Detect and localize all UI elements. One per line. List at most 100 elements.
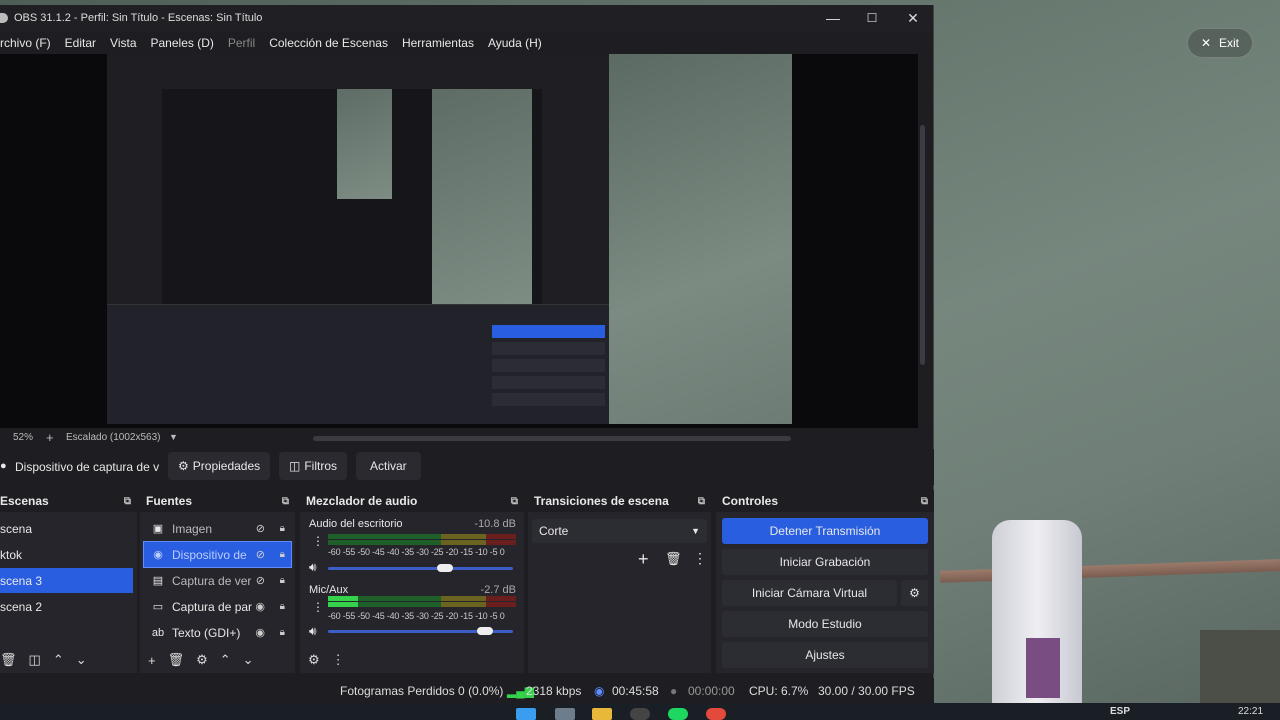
volume-knob[interactable] <box>477 627 493 635</box>
lock-icon[interactable]: 🔒︎ <box>280 627 285 638</box>
chevron-down-icon[interactable]: ▼ <box>169 432 178 442</box>
exit-label: Exit <box>1219 36 1240 50</box>
move-up-icon[interactable]: ⌃ <box>53 652 64 668</box>
source-properties-icon[interactable]: ⚙ <box>196 652 208 668</box>
source-item[interactable]: ▣ Imagen ⊘ 🔒︎ <box>144 516 291 541</box>
eye-icon[interactable]: ◉ <box>255 600 265 613</box>
undock-icon[interactable]: ⧉ <box>921 496 928 507</box>
channel-name: Audio del escritorio <box>309 518 403 530</box>
menu-help[interactable]: Ayuda (H) <box>488 36 542 50</box>
menu-file[interactable]: rchivo (F) <box>0 36 51 50</box>
properties-button[interactable]: ⚙ Propiedades <box>168 452 271 480</box>
source-item[interactable]: ab Texto (GDI+) ◉ 🔒︎ <box>144 620 291 645</box>
audio-mixer-dock: Mezclador de audio ⧉ Audio del escritorio… <box>300 490 524 673</box>
minimize-button[interactable]: — <box>812 5 854 31</box>
monitor-icon: ▭ <box>152 601 164 613</box>
source-item[interactable]: ▭ Captura de par ◉ 🔒︎ <box>144 594 291 619</box>
exit-button[interactable]: ✕ Exit <box>1187 28 1253 58</box>
kebab-menu-icon[interactable]: ⋮ <box>332 652 345 668</box>
stream-icon: ◉ <box>594 683 605 698</box>
menu-docks[interactable]: Paneles (D) <box>151 36 214 50</box>
virtual-camera-settings-button[interactable]: ⚙ <box>901 580 928 606</box>
level-meter <box>328 602 516 607</box>
nested-capture <box>162 89 542 304</box>
lock-icon[interactable]: 🔒︎ <box>280 549 285 560</box>
mixer-settings-icon[interactable]: ⚙ <box>308 652 320 668</box>
virtual-camera-button[interactable]: Iniciar Cámara Virtual <box>722 580 897 606</box>
studio-mode-button[interactable]: Modo Estudio <box>722 611 928 637</box>
remove-transition-icon[interactable]: 🗑︎ <box>665 551 682 567</box>
volume-knob[interactable] <box>437 564 453 572</box>
zoom-add-icon[interactable]: + <box>46 430 54 445</box>
nested-docks <box>107 304 609 424</box>
source-item[interactable]: ▤ Captura de ver ⊘ 🔒︎ <box>144 568 291 593</box>
language-indicator[interactable]: ESP <box>1110 706 1130 717</box>
filters-button[interactable]: ◫ Filtros <box>279 452 348 480</box>
move-down-icon[interactable]: ⌄ <box>243 652 254 668</box>
zoom-level: 52% <box>13 431 34 443</box>
settings-button[interactable]: Ajustes <box>722 642 928 668</box>
preview-zoom-bar: 52% + Escalado (1002x563) ▼ <box>0 428 918 446</box>
hidden-eye-icon[interactable]: ⊘ <box>256 522 265 535</box>
spotify-icon[interactable] <box>668 708 688 720</box>
transition-select[interactable]: Corte ▼ <box>532 519 707 543</box>
remove-source-icon[interactable]: 🗑︎ <box>168 652 185 668</box>
obs-icon[interactable] <box>630 708 650 720</box>
menu-profile[interactable]: Perfil <box>228 36 255 50</box>
lock-icon[interactable]: 🔒︎ <box>280 523 285 534</box>
folder-icon[interactable] <box>592 708 612 720</box>
lock-icon[interactable]: 🔒︎ <box>280 601 285 612</box>
stop-stream-button[interactable]: Detener Transmisión <box>722 518 928 544</box>
level-meter <box>328 534 516 539</box>
move-up-icon[interactable]: ⌃ <box>220 652 231 668</box>
dropped-frames: Fotogramas Perdidos 0 (0.0%) <box>340 683 504 698</box>
speaker-icon[interactable]: 🔊︎ <box>309 624 317 639</box>
windows-start-icon[interactable] <box>516 708 536 720</box>
close-button[interactable]: ✕ <box>892 5 934 31</box>
eye-icon[interactable]: ◉ <box>255 626 265 639</box>
scene-item[interactable]: scena 2 <box>0 594 137 619</box>
chevron-down-icon: ▼ <box>691 526 700 536</box>
lock-icon[interactable]: 🔒︎ <box>280 575 285 586</box>
remove-scene-icon[interactable]: 🗑︎ <box>0 652 17 668</box>
undock-icon[interactable]: ⧉ <box>511 496 518 507</box>
scene-item-selected[interactable]: scena 3 <box>0 568 133 593</box>
clock[interactable]: 22:21 <box>1238 706 1263 717</box>
speaker-icon[interactable]: 🔊︎ <box>309 560 317 575</box>
gear-icon: ⚙ <box>909 586 920 600</box>
menu-tools[interactable]: Herramientas <box>402 36 474 50</box>
scene-filters-icon[interactable]: ◫ <box>29 652 41 668</box>
move-down-icon[interactable]: ⌄ <box>76 652 87 668</box>
camera-icon: ◉ <box>153 549 163 561</box>
scene-item[interactable]: ktok <box>0 542 137 567</box>
source-toolbar: ● Dispositivo de captura de v ⚙ Propieda… <box>0 449 934 485</box>
preview-scrollbar-vertical[interactable] <box>920 125 925 365</box>
kebab-menu-icon[interactable]: ⋮ <box>312 534 324 548</box>
chrome-icon[interactable] <box>706 708 726 720</box>
menu-edit[interactable]: Editar <box>65 36 96 50</box>
undock-icon[interactable]: ⧉ <box>282 496 289 507</box>
menu-view[interactable]: Vista <box>110 36 136 50</box>
kebab-menu-icon[interactable]: ⋮ <box>312 600 324 614</box>
source-item-selected[interactable]: ◉ Dispositivo de ⊘ 🔒︎ <box>143 541 292 568</box>
add-transition-icon[interactable]: + <box>638 549 649 570</box>
scene-item[interactable]: scena <box>0 516 137 541</box>
maximize-button[interactable]: ☐ <box>851 5 893 31</box>
channel-name: Mic/Aux <box>309 584 349 596</box>
add-source-icon[interactable]: + <box>148 653 156 668</box>
store-icon[interactable] <box>555 708 575 720</box>
undock-icon[interactable]: ⧉ <box>124 496 131 507</box>
activate-button[interactable]: Activar <box>356 452 421 480</box>
hidden-eye-icon[interactable]: ⊘ <box>256 574 265 587</box>
start-recording-button[interactable]: Iniciar Grabación <box>722 549 928 575</box>
record-icon: ● <box>670 683 678 698</box>
transitions-dock: Transiciones de escena ⧉ Corte ▼ + 🗑︎ ⋮ <box>528 490 711 673</box>
current-source-name: Dispositivo de captura de v <box>15 460 160 474</box>
volume-slider[interactable] <box>328 567 513 570</box>
hidden-eye-icon[interactable]: ⊘ <box>256 548 265 561</box>
undock-icon[interactable]: ⧉ <box>698 496 705 507</box>
sources-title: Fuentes <box>146 494 193 508</box>
kebab-menu-icon[interactable]: ⋮ <box>693 550 707 567</box>
menu-scene-collection[interactable]: Colección de Escenas <box>269 36 388 50</box>
preview-canvas[interactable] <box>0 54 918 441</box>
